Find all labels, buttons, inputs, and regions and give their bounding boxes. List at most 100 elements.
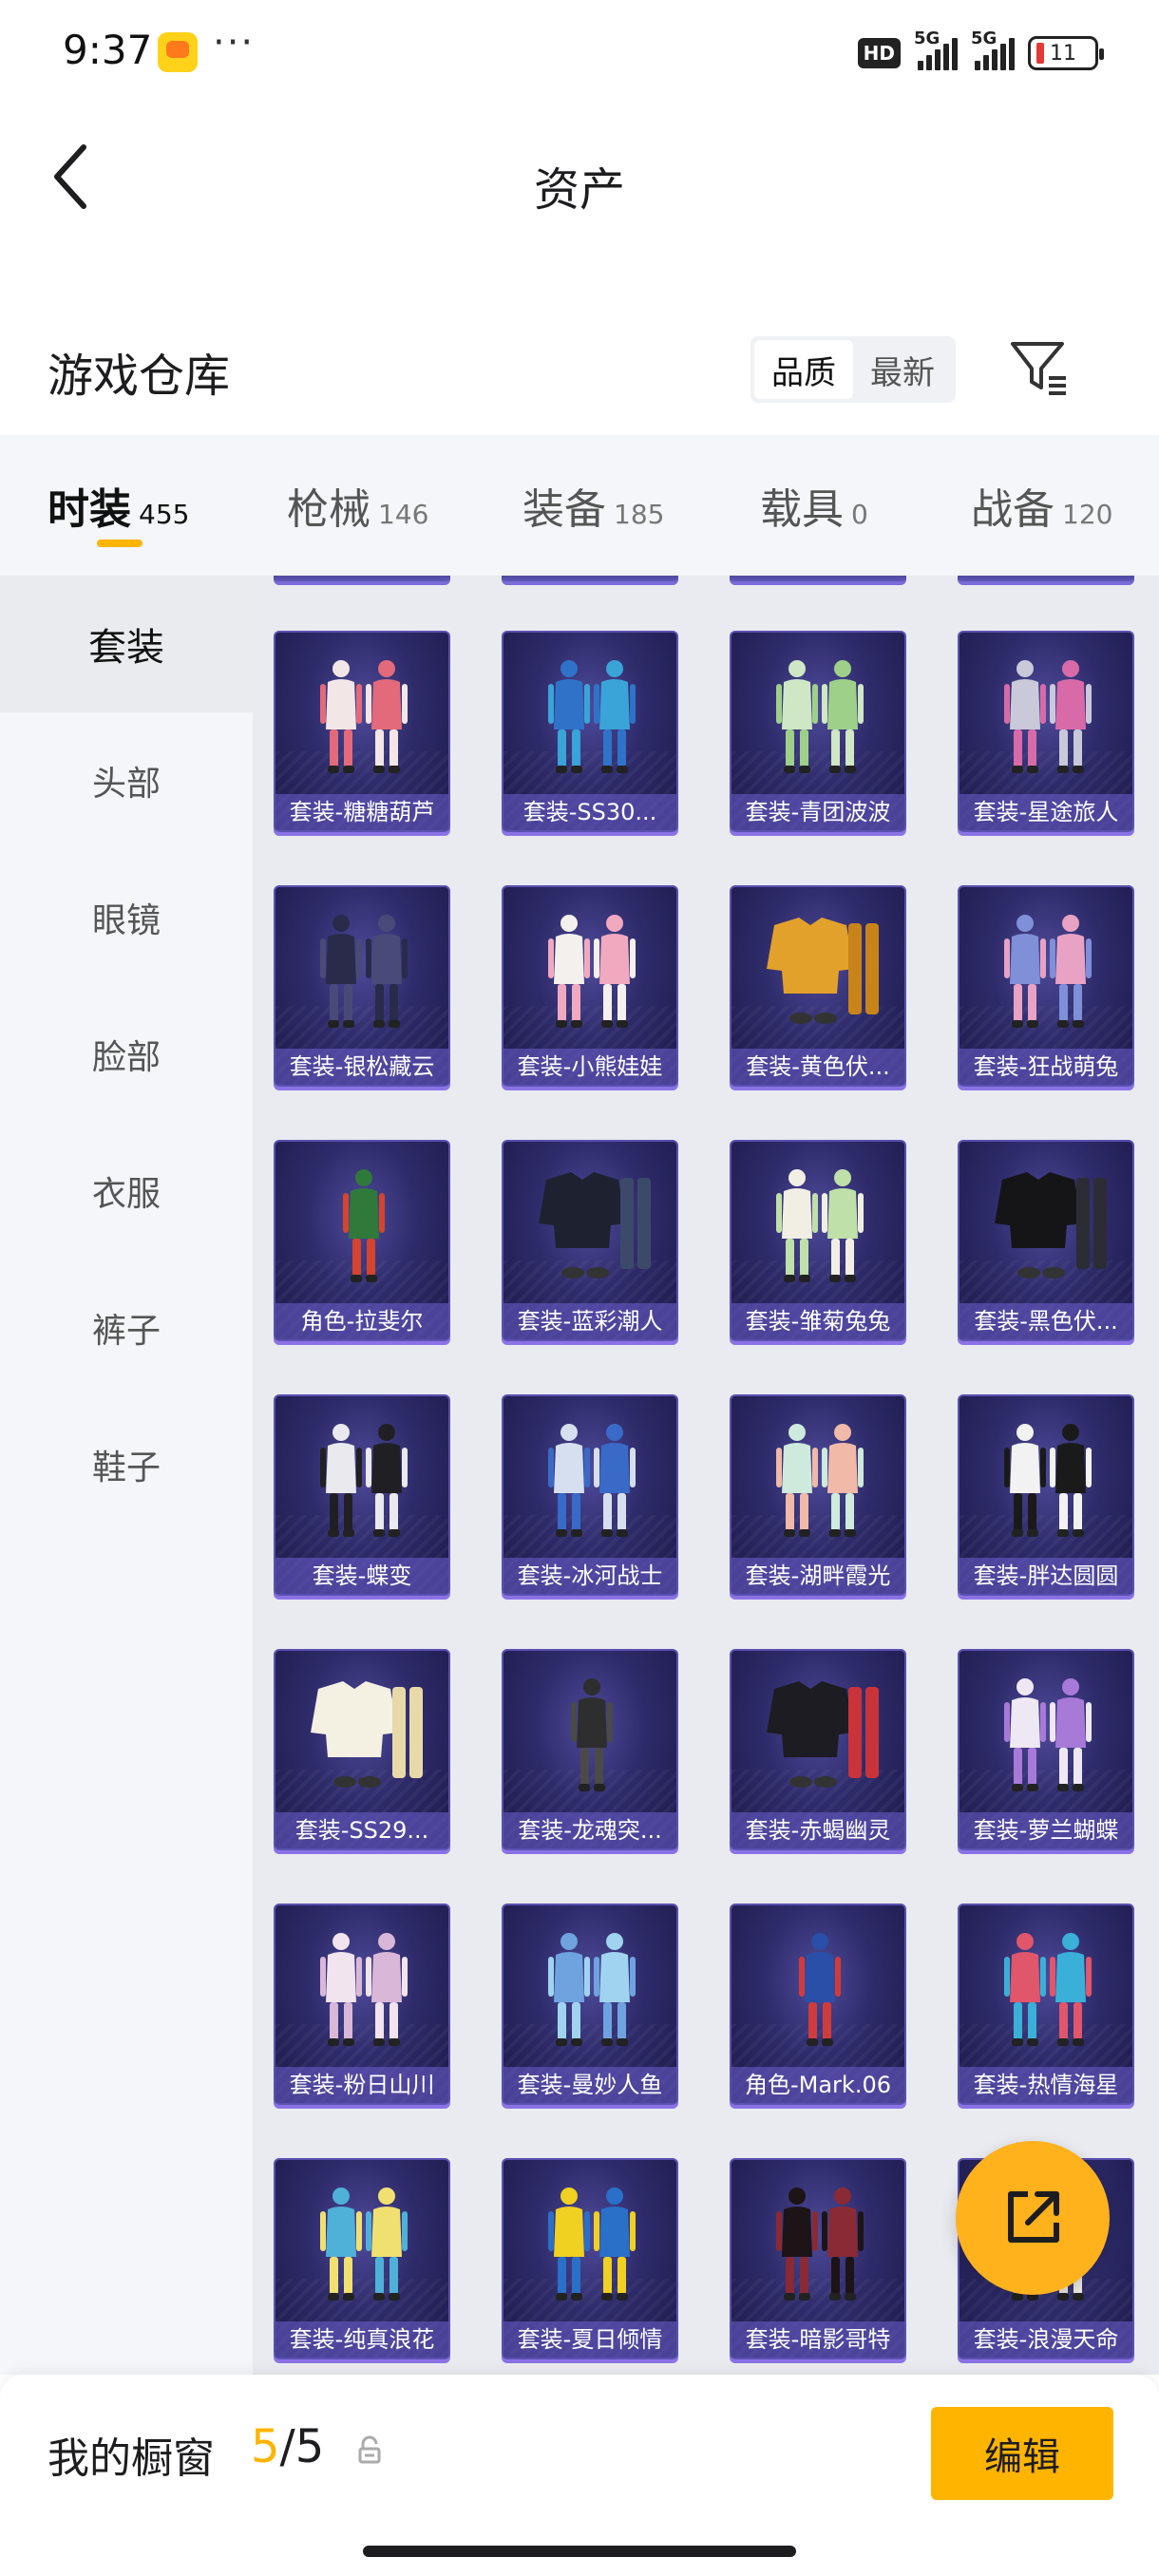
item-card[interactable]: 套装-粉日山川 [274,1904,450,2105]
item-grid: 套装-糖糖葫芦 套装-SS30... 套装-青团波波 套装-星途旅人 套装-银松藏云 套装… [253,576,1159,2375]
edit-button[interactable]: 编辑 [931,2407,1113,2500]
lock-icon [358,2435,381,2464]
sidebar-item-head[interactable]: 头部 [0,712,253,849]
item-card[interactable]: 套装-曼妙人鱼 [502,1904,678,2105]
item-card[interactable]: 套装-黄色伏... [730,885,906,1087]
item-card-partial[interactable] [730,576,906,585]
item-card-label: 套装-纯真浪花 [276,2321,448,2358]
tab-count: 146 [378,499,429,530]
sidebar-item-glasses[interactable]: 眼镜 [0,849,253,986]
outfit-image [1004,1424,1092,1537]
item-card[interactable]: 套装-龙魂突... [502,1649,678,1850]
share-button[interactable] [956,2141,1110,2295]
subcategory-sidebar: 套装 头部 眼镜 脸部 衣服 裤子 鞋子 [0,576,253,2375]
status-time: 9:37 [63,27,153,73]
sidebar-item-clothes[interactable]: 衣服 [0,1123,253,1260]
item-card-label: 套装-狂战萌兔 [960,1049,1132,1085]
outfit-image [776,1424,864,1537]
sort-by-quality[interactable]: 品质 [754,340,853,399]
item-card-partial[interactable] [274,576,450,585]
item-card[interactable]: 套装-夏日倾情 [502,2158,678,2359]
showcase-bar: 我的橱窗 5/5 编辑 [0,2375,1159,2576]
item-card[interactable]: 套装-黑色伏... [958,1140,1134,1341]
tab-guns[interactable]: 枪械 146 [287,475,428,536]
status-bar: 9:37 ··· HD 5G 5G 11 [0,0,1159,104]
item-card[interactable]: 套装-青团波波 [730,631,906,832]
item-card[interactable]: 套装-纯真浪花 [274,2158,450,2359]
item-card-label: 套装-龙魂突... [504,1812,676,1848]
item-card-label: 套装-冰河战士 [504,1558,676,1594]
share-icon [1008,2191,1059,2243]
item-card-label: 角色-拉斐尔 [276,1303,448,1339]
outfit-image [776,660,864,773]
showcase-count-separator: / [279,2420,295,2473]
item-card-label: 套装-曼妙人鱼 [504,2067,676,2103]
item-card[interactable]: 套装-SS30... [502,631,678,832]
tab-label: 载具 [760,485,844,534]
more-notifications-icon: ··· [213,21,256,65]
tab-count: 120 [1062,499,1113,530]
item-card[interactable]: 套装-萝兰蝴蝶 [958,1649,1134,1850]
item-card[interactable]: 套装-糖糖葫芦 [274,631,450,832]
sidebar-item-pants[interactable]: 裤子 [0,1260,253,1396]
item-card[interactable]: 套装-湖畔霞光 [730,1394,906,1596]
item-card[interactable]: 套装-银松藏云 [274,885,450,1087]
signal-icon: 5G [914,28,958,70]
signal-label: 5G [914,28,940,48]
item-card-label: 套装-胖达圆圆 [960,1558,1132,1594]
outfit-image [320,660,408,773]
sidebar-item-shoes[interactable]: 鞋子 [0,1396,253,1533]
item-card[interactable]: 套装-冰河战士 [502,1394,678,1596]
item-card-label: 套装-湖畔霞光 [732,1558,904,1594]
outfit-image [799,1933,841,2046]
tab-vehicles[interactable]: 载具 0 [760,475,868,536]
item-card-partial[interactable] [958,576,1134,585]
item-card-label: 套装-粉日山川 [276,2067,448,2103]
sort-toggle: 品质 最新 [750,336,956,403]
battery-icon: 11 [1028,36,1104,70]
tab-equipment[interactable]: 装备 185 [522,475,664,536]
outfit-image [776,2188,864,2301]
item-card[interactable]: 套装-蝶变 [274,1394,450,1596]
item-card-label: 套装-星途旅人 [960,794,1132,830]
item-card[interactable]: 套装-蓝彩潮人 [502,1140,678,1341]
item-card-label: 套装-银松藏云 [276,1049,448,1085]
item-card[interactable]: 角色-Mark.06 [730,1904,906,2105]
outfit-image [1004,660,1092,773]
showcase-count-current: 5 [251,2420,280,2473]
outfit-image [548,915,636,1028]
item-card-label: 套装-SS29... [276,1812,448,1848]
item-card[interactable]: 套装-雏菊兔兔 [730,1140,906,1341]
tab-fashion[interactable]: 时装 455 [48,475,189,536]
item-card[interactable]: 套装-胖达圆圆 [958,1394,1134,1596]
sort-by-newest[interactable]: 最新 [853,340,952,399]
outfit-image [767,1681,879,1788]
tab-battle-supplies[interactable]: 战备 120 [971,475,1112,536]
item-card[interactable]: 套装-热情海星 [958,1904,1134,2105]
tab-count: 0 [851,499,868,530]
item-card-label: 套装-蓝彩潮人 [504,1303,676,1339]
sidebar-item-face[interactable]: 脸部 [0,986,253,1123]
filter-button[interactable] [1007,334,1070,401]
item-card-partial[interactable] [502,576,678,585]
outfit-image [548,2188,636,2301]
active-tab-indicator [97,540,142,547]
category-tabs: 时装 455 枪械 146 装备 185 载具 0 战备 120 [0,435,1159,576]
outfit-image [767,918,879,1024]
item-card-label: 套装-热情海星 [960,2067,1132,2103]
item-card[interactable]: 套装-星途旅人 [958,631,1134,832]
outfit-image [571,1678,613,1791]
item-card-label: 套装-暗影哥特 [732,2321,904,2358]
tab-label: 装备 [522,485,606,534]
outfit-image [548,1424,636,1537]
item-card[interactable]: 套装-狂战萌兔 [958,885,1134,1087]
item-card[interactable]: 套装-小熊娃娃 [502,885,678,1087]
item-card[interactable]: 角色-拉斐尔 [274,1140,450,1341]
item-card[interactable]: 套装-暗影哥特 [730,2158,906,2359]
item-card-label: 套装-蝶变 [276,1558,448,1594]
sidebar-item-suits[interactable]: 套装 [0,576,253,712]
item-card[interactable]: 套装-SS29... [274,1649,450,1850]
outfit-image [1004,1678,1092,1791]
item-card[interactable]: 套装-赤蝎幽灵 [730,1649,906,1850]
outfit-image [995,1172,1107,1279]
